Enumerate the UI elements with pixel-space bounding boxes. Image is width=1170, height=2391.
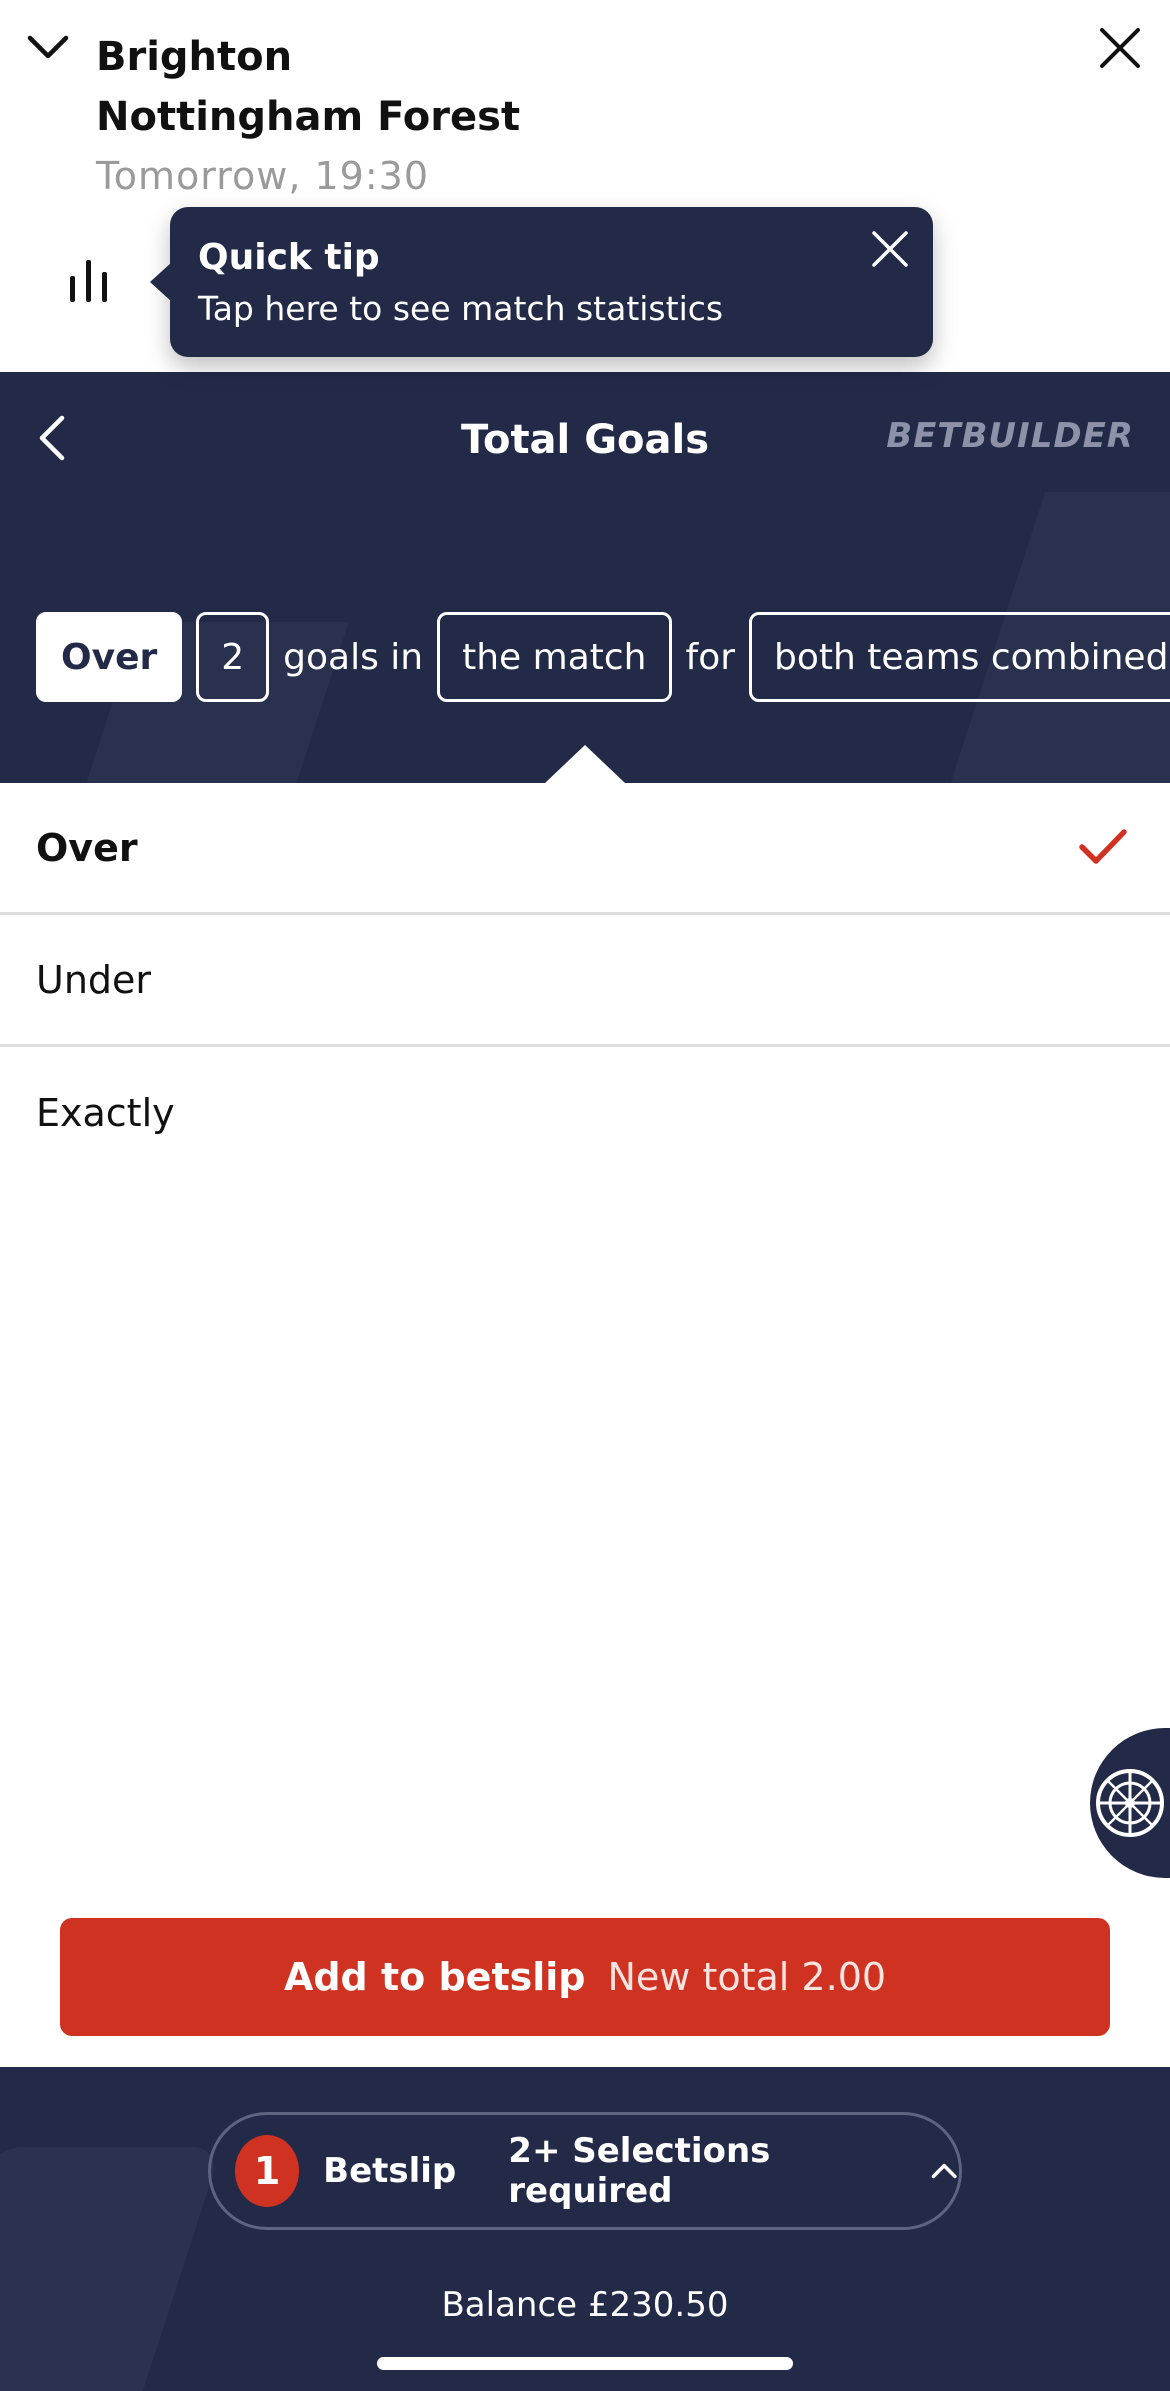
home-team-name: Brighton: [96, 34, 293, 80]
close-icon: [1100, 28, 1140, 68]
close-icon: [872, 231, 908, 267]
option-label: Exactly: [36, 1091, 175, 1135]
away-team-name: Nottingham Forest: [96, 94, 521, 140]
tooltip-title: Quick tip: [198, 237, 380, 278]
background-shape: [0, 2147, 222, 2391]
add-to-betslip-button[interactable]: Add to betslip New total 2.00: [60, 1918, 1110, 2036]
bar-chart-icon: [70, 260, 107, 302]
check-icon: [1079, 829, 1127, 864]
team-chip[interactable]: both teams combined: [749, 612, 1170, 702]
casino-floating-button[interactable]: [1090, 1728, 1170, 1878]
bet-builder-sentence: Over 2 goals in the match for both teams…: [36, 612, 1170, 702]
tooltip-arrow: [150, 262, 172, 302]
line-chip[interactable]: 2: [196, 612, 270, 702]
betslip-count-badge: 1: [235, 2135, 300, 2207]
match-stats-button[interactable]: [62, 252, 118, 308]
tooltip-close-button[interactable]: [870, 229, 910, 269]
add-to-betslip-label: Add to betslip: [283, 1955, 586, 1999]
option-label: Under: [36, 957, 152, 1002]
options-list: Over Under Exactly: [0, 783, 1170, 1179]
market-panel: Total Goals BETBUILDER Over 2 goals in t…: [0, 372, 1170, 783]
quick-tip-tooltip[interactable]: Quick tip Tap here to see match statisti…: [150, 207, 933, 357]
new-total-label: New total 2.00: [607, 1955, 887, 1999]
account-balance: Balance £230.50: [441, 2285, 729, 2325]
tooltip-text: Tap here to see match statistics: [198, 289, 724, 328]
option-label: Over: [36, 825, 138, 870]
home-indicator[interactable]: [377, 2357, 793, 2370]
sentence-text-goals-in: goals in: [283, 636, 424, 678]
period-chip[interactable]: the match: [437, 612, 672, 702]
sentence-text-for: for: [685, 636, 736, 678]
chevron-down-icon: [27, 35, 69, 59]
roulette-wheel-icon: [1096, 1769, 1164, 1837]
selections-required-label: 2+ Selections required: [508, 2131, 771, 2211]
betslip-label: Betslip: [323, 2151, 457, 2191]
collapse-button[interactable]: [26, 30, 70, 66]
betslip-toggle[interactable]: 1 Betslip 2+ Selections required: [208, 2112, 962, 2230]
betslip-footer: 1 Betslip 2+ Selections required Balance…: [0, 2067, 1170, 2391]
option-over[interactable]: Over: [0, 783, 1170, 915]
close-button[interactable]: [1096, 24, 1144, 72]
kickoff-time: Tomorrow, 19:30: [96, 154, 430, 198]
selection-pointer: [545, 745, 625, 783]
option-under[interactable]: Under: [0, 915, 1170, 1047]
selection-chip[interactable]: Over: [36, 612, 183, 702]
chevron-up-icon: [931, 2163, 957, 2179]
option-exactly[interactable]: Exactly: [0, 1047, 1170, 1179]
betbuilder-logo: BETBUILDER: [886, 416, 1134, 456]
